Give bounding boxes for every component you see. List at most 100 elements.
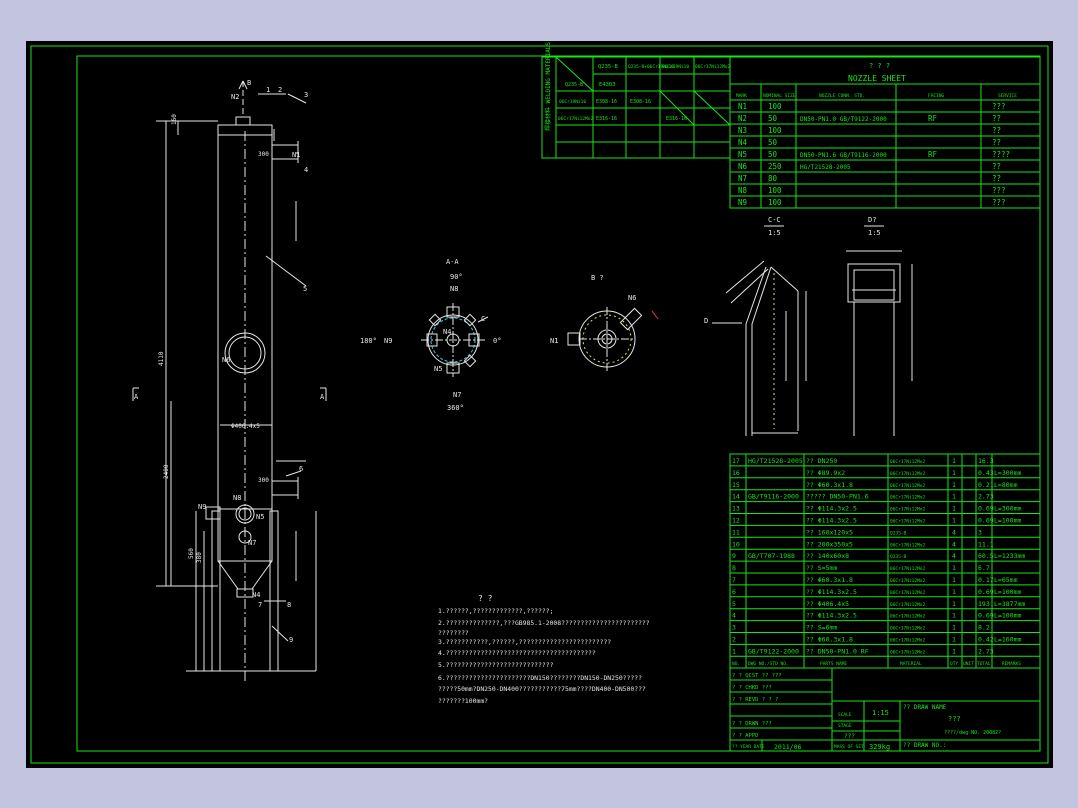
view-dd-title: D? bbox=[868, 216, 876, 224]
parts-cell: 3 bbox=[978, 528, 982, 536]
parts-cell: ?? 160x120x5 bbox=[806, 528, 853, 536]
section-a-right: A bbox=[320, 393, 325, 401]
parts-h-name: PARTS NAME bbox=[820, 661, 847, 667]
view-b-title: B ? bbox=[591, 274, 604, 282]
tb-stage-label: STAGE bbox=[838, 723, 852, 729]
title-block: ? ? QCST ?? ??? ? ? CHKD ??? ? ? REVD ? … bbox=[729, 667, 1041, 752]
parts-cell: 4 bbox=[952, 540, 956, 548]
weld-r0c0: Q235-B bbox=[565, 82, 583, 88]
label-9: 9 bbox=[289, 636, 293, 644]
parts-cell: ?? Φ89.9x2 bbox=[806, 469, 845, 477]
parts-cell: 12 bbox=[732, 517, 740, 525]
parts-cell: 14 bbox=[732, 493, 740, 501]
parts-cell: 11.1 bbox=[978, 540, 994, 548]
parts-cell: 0.43 bbox=[978, 469, 994, 477]
parts-cell: ?? 200x350x5 bbox=[806, 540, 853, 548]
parts-cell: 16.3 bbox=[978, 457, 994, 465]
weld-h0: Q235-B bbox=[598, 64, 619, 70]
weld-r1c2: E308-16 bbox=[630, 99, 651, 105]
tb-sub-no: ????/dwg NO. 20082? bbox=[944, 730, 1001, 736]
notes-title: ? ? bbox=[478, 594, 493, 603]
label-n5: N5 bbox=[256, 513, 264, 521]
parts-cell: ?? S=5mm bbox=[806, 564, 837, 572]
label-5: 5 bbox=[303, 285, 307, 293]
tb-scale: 1:15 bbox=[872, 709, 889, 717]
nozzle-cell: N3 bbox=[738, 126, 747, 135]
vessel-elevation: N2 N1 N6 N8 N9 N5 N7 N4 1 2 3 4 5 6 7 8 … bbox=[132, 79, 327, 681]
nozzle-cell: N9 bbox=[738, 198, 747, 207]
parts-cell: 17 bbox=[732, 457, 740, 465]
nozzle-cell: RF bbox=[928, 150, 938, 159]
note-line: 2.??????????????,???GB985.1-2008????????… bbox=[438, 619, 650, 627]
parts-list: 17 HG/T21528-2005?? DN250 06Cr17Ni12Mo2 1 16… bbox=[729, 453, 1041, 669]
nozzle-cell: N7 bbox=[738, 174, 747, 183]
nozzle-cell: N8 bbox=[738, 186, 748, 195]
parts-cell: 06Cr17Ni12Mo2 bbox=[890, 578, 926, 584]
parts-cell: 06Cr17Ni12Mo2 bbox=[890, 649, 926, 655]
nozzle-h-facing: FACING bbox=[928, 93, 945, 99]
nozzle-h-size: NOMINAL SIZE bbox=[763, 93, 796, 99]
parts-cell: 2 bbox=[732, 636, 736, 644]
aa-c: C bbox=[481, 315, 485, 323]
parts-cell: 6 bbox=[732, 588, 736, 596]
label-4: 4 bbox=[304, 166, 308, 174]
tb-row-drwn: ? ? DRWN ??? bbox=[732, 721, 772, 727]
label-2: 2 bbox=[278, 86, 282, 94]
parts-cell: Q235-B bbox=[890, 530, 907, 536]
dim-4110: 4110 bbox=[158, 351, 165, 366]
parts-cell: 06Cr17Ni12Mo2 bbox=[890, 542, 926, 548]
parts-h-unit: UNIT bbox=[963, 661, 974, 667]
nozzle-h-mark: MARK bbox=[736, 93, 747, 99]
parts-cell: 60.5 bbox=[978, 552, 994, 560]
parts-cell: 1 bbox=[952, 612, 956, 620]
parts-cell: 13 bbox=[732, 505, 740, 513]
parts-cell: 1 bbox=[952, 647, 956, 655]
parts-cell: 193 bbox=[978, 600, 990, 608]
parts-cell: L=160mm bbox=[994, 636, 1021, 644]
view-aa-title: A-A bbox=[446, 258, 459, 266]
parts-cell: 15 bbox=[732, 481, 740, 489]
vb-n1: N1 bbox=[550, 337, 558, 345]
view-d-arrow: D bbox=[704, 317, 708, 325]
nozzle-cell: DN50-PN1.6 GB/T9116-2000 bbox=[800, 152, 887, 159]
parts-cell: ?? 140x60x8 bbox=[806, 552, 849, 560]
nozzle-cell: N6 bbox=[738, 162, 748, 171]
parts-cell: 4 bbox=[732, 612, 736, 620]
nozzle-cell: 100 bbox=[768, 102, 782, 111]
nozzle-cell: HG/T21528-2005 bbox=[800, 164, 851, 171]
nozzle-cell: ??? bbox=[992, 102, 1006, 111]
nozzle-cell: 80 bbox=[768, 174, 778, 183]
weld-table: 焊接材料 WELDING MATERIALS Q235-B Q235-B+06C… bbox=[541, 42, 731, 159]
aa-n4: N4 bbox=[443, 328, 451, 336]
parts-cell: L=100mm bbox=[994, 612, 1021, 620]
weld-side-label: 焊接材料 WELDING MATERIALS bbox=[544, 42, 552, 131]
dim-380: 380 bbox=[196, 552, 203, 563]
parts-h-dwg: DWG NO./STD NO. bbox=[748, 661, 789, 667]
nozzle-cell: ?? bbox=[992, 174, 1001, 183]
parts-cell: L=300mm bbox=[994, 469, 1021, 477]
parts-cell: L=1233mm bbox=[994, 552, 1025, 560]
parts-cell: 6.7 bbox=[978, 564, 990, 572]
parts-cell: ?? DN250 bbox=[806, 457, 837, 465]
tb-row-qcst: ? ? QCST ?? ??? bbox=[732, 673, 782, 679]
parts-cell: 1 bbox=[952, 517, 956, 525]
nozzle-subtitle: NOZZLE SHEET bbox=[848, 74, 906, 83]
parts-cell: ?? Φ60.3x1.8 bbox=[806, 576, 853, 584]
parts-cell: 0.69 bbox=[978, 505, 994, 513]
parts-cell: 06Cr17Ni12Mo2 bbox=[890, 614, 926, 620]
view-cc-scale: 1:5 bbox=[768, 229, 781, 237]
parts-cell: 06Cr17Ni12Mo2 bbox=[890, 602, 926, 608]
parts-cell: 1 bbox=[952, 457, 956, 465]
nozzle-cell: N4 bbox=[738, 138, 748, 147]
parts-cell: 1 bbox=[952, 636, 956, 644]
tb-date-label: ?? YEAR DATE bbox=[732, 744, 765, 750]
tb-name: ??? bbox=[948, 715, 961, 723]
note-line: 3.???????????,??????,???????????????????… bbox=[438, 638, 611, 646]
parts-cell: 3 bbox=[732, 624, 736, 632]
view-d: D? 1:5 bbox=[846, 216, 913, 436]
deg-90: 90° bbox=[450, 273, 463, 281]
nozzle-cell: RF bbox=[928, 114, 938, 123]
parts-cell: L=80mm bbox=[994, 481, 1018, 489]
tb-mass: 329kg bbox=[869, 743, 890, 751]
tb-row-chkd: ? ? CHKD ??? bbox=[732, 685, 772, 691]
